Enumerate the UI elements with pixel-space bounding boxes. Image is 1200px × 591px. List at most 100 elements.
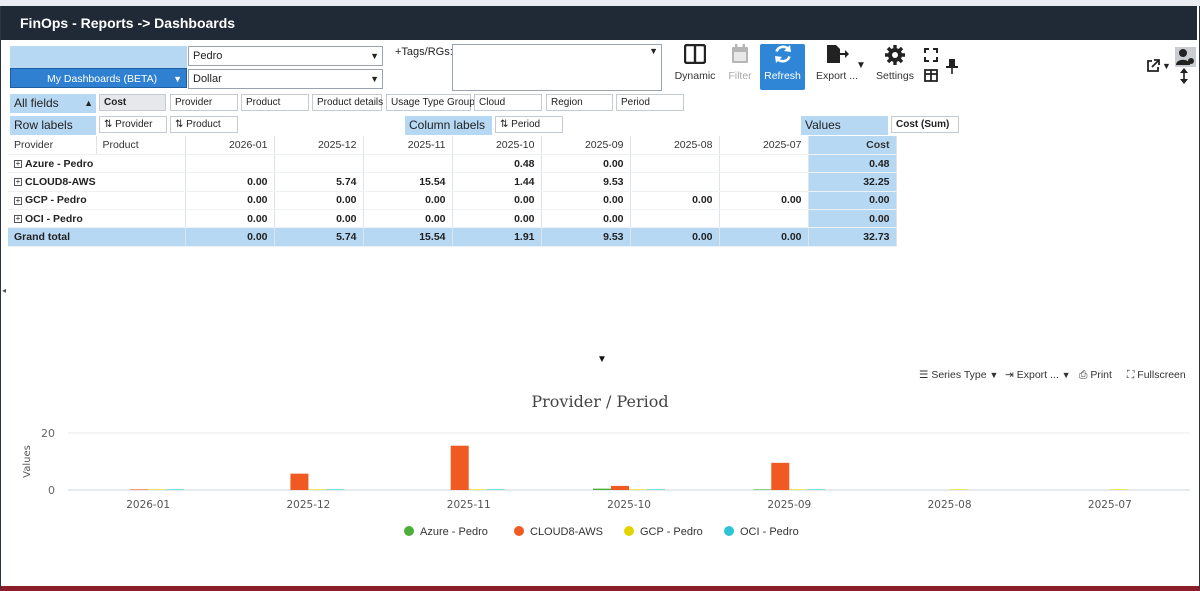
table-cell: 5.74 [274, 227, 364, 247]
export-button[interactable]: Export ... [812, 44, 862, 90]
chevron-down-icon: ▼ [649, 46, 658, 56]
row-total-cell: 0.00 [808, 191, 897, 211]
table-cell [274, 154, 364, 174]
pivot-column-header[interactable]: 2025-11 [363, 136, 453, 155]
print-button[interactable]: ⎙ Print [1079, 369, 1112, 382]
field-chip-region[interactable]: Region [546, 94, 613, 111]
pivot-row-label[interactable]: + CLOUD8-AWS [8, 172, 186, 192]
table-cell: 0.00 [719, 191, 809, 211]
table-cell: 9.53 [541, 172, 631, 192]
bar [308, 489, 327, 490]
field-chip-product-details[interactable]: Product details [312, 94, 383, 111]
table-icon[interactable] [924, 69, 938, 85]
collapse-sidebar-icon[interactable]: ◂ [2, 286, 6, 295]
table-cell: 0.00 [185, 227, 275, 247]
pivot-column-header[interactable]: 2025-09 [541, 136, 631, 155]
dashboard-select[interactable]: My Dashboards (BETA) ▼ [10, 68, 187, 88]
table-cell: 0.00 [452, 191, 542, 211]
pivot-column-header[interactable]: 2025-10 [452, 136, 542, 155]
table-cell: 0.00 [630, 191, 720, 211]
values-label: Values [801, 116, 888, 135]
legend-item[interactable]: Azure - Pedro [404, 526, 488, 538]
table-cell [185, 154, 275, 174]
pivot-row-header[interactable]: Provider [8, 136, 97, 155]
field-chip-product[interactable]: Product [241, 94, 309, 111]
pivot-column-header[interactable]: 2025-12 [274, 136, 364, 155]
column-labels-label: Column labels [405, 116, 492, 135]
tags-input[interactable]: ▼ [452, 44, 662, 91]
legend-item[interactable]: CLOUD8-AWS [514, 526, 603, 538]
settings-button[interactable]: Settings [873, 44, 917, 90]
chevron-down-icon: ▼ [173, 74, 182, 84]
table-cell: 15.54 [363, 172, 453, 192]
external-link-icon[interactable] [1146, 59, 1160, 76]
field-chip-period[interactable]: Period [616, 94, 684, 111]
bar [647, 489, 665, 490]
expand-plus-icon[interactable]: + [14, 196, 22, 205]
table-cell [719, 209, 809, 229]
series-type-button[interactable]: ☰ Series Type ▼ [919, 369, 998, 381]
expand-icon[interactable] [924, 48, 938, 65]
dashboard-select-label: My Dashboards (BETA) [47, 73, 158, 85]
pivot-total-header[interactable]: Cost [808, 136, 897, 155]
pivot-column-header[interactable]: 2025-07 [719, 136, 809, 155]
field-chip-provider[interactable]: Provider [170, 94, 238, 111]
row-field-provider[interactable]: ⇅ Provider [99, 116, 167, 133]
table-cell: 0.00 [185, 191, 275, 211]
bar [1109, 489, 1128, 490]
currency-select[interactable]: Dollar ▼ [188, 69, 383, 89]
table-cell: 0.00 [363, 209, 453, 229]
dynamic-button[interactable]: Dynamic [673, 43, 717, 90]
pivot-row-label[interactable]: + GCP - Pedro [8, 191, 186, 211]
pivot-row-header[interactable]: Product [96, 136, 186, 155]
pivot-column-header[interactable]: 2026-01 [185, 136, 275, 155]
legend-label: CLOUD8-AWS [530, 526, 603, 538]
expand-plus-icon[interactable]: + [14, 178, 22, 187]
calendar-icon [722, 44, 758, 70]
sort-icon: ⇅ [175, 119, 184, 130]
chevron-up-icon[interactable]: ▲ [84, 94, 93, 113]
expand-plus-icon[interactable]: + [14, 214, 22, 223]
resize-vertical-icon[interactable] [1179, 68, 1189, 87]
user-settings-icon[interactable] [1175, 47, 1196, 67]
chart-export-button[interactable]: ⇥ Export ... ▼ [1005, 369, 1071, 381]
fullscreen-icon: ⛶ [1127, 369, 1135, 381]
refresh-icon [760, 44, 805, 70]
y-tick-label: 0 [48, 484, 55, 497]
pivot-column-header[interactable]: 2025-08 [630, 136, 720, 155]
table-row: + GCP - Pedro 0.00 0.00 0.00 0.00 0.00 0.… [8, 191, 897, 211]
bar [450, 445, 469, 490]
refresh-button[interactable]: Refresh [760, 44, 805, 90]
user-select-value: Pedro [193, 50, 223, 62]
legend-item[interactable]: OCI - Pedro [724, 526, 799, 538]
pivot-row-label[interactable]: + OCI - Pedro [8, 209, 186, 229]
y-axis-label: Values [22, 445, 33, 478]
expand-plus-icon[interactable]: + [14, 159, 22, 168]
bar [486, 489, 505, 490]
bar [130, 489, 149, 490]
field-chip-cloud[interactable]: Cloud [474, 94, 542, 111]
value-field-cost-sum[interactable]: Cost (Sum) [891, 116, 959, 133]
column-field-period[interactable]: ⇅ Period [495, 116, 563, 133]
legend-item[interactable]: GCP - Pedro [624, 526, 703, 538]
bar [611, 485, 629, 490]
file-export-icon: ⇥ [1005, 369, 1014, 381]
field-chip-usage-type-group[interactable]: Usage Type Group [386, 94, 475, 111]
chevron-down-icon[interactable]: ▼ [1162, 61, 1171, 71]
splitter-caret-icon[interactable]: ▼ [597, 354, 607, 365]
table-cell [630, 172, 720, 192]
pin-icon[interactable] [946, 58, 958, 77]
file-export-icon [812, 44, 862, 70]
user-select[interactable]: Pedro ▼ [188, 46, 383, 66]
row-field-product[interactable]: ⇅ Product [170, 116, 238, 133]
refresh-button-label: Refresh [764, 70, 801, 82]
chevron-down-icon[interactable]: ▼ [856, 60, 866, 71]
field-chip-cost[interactable]: Cost [99, 94, 166, 111]
filter-button[interactable]: Filter [722, 44, 758, 90]
bar [468, 489, 487, 490]
table-cell: 0.00 [363, 191, 453, 211]
fullscreen-button[interactable]: ⛶ Fullscreen [1127, 369, 1186, 382]
pivot-row-label-text: Azure - Pedro [25, 157, 94, 170]
pivot-row-label[interactable]: + Azure - Pedro [8, 154, 186, 174]
table-cell: 5.74 [274, 172, 364, 192]
